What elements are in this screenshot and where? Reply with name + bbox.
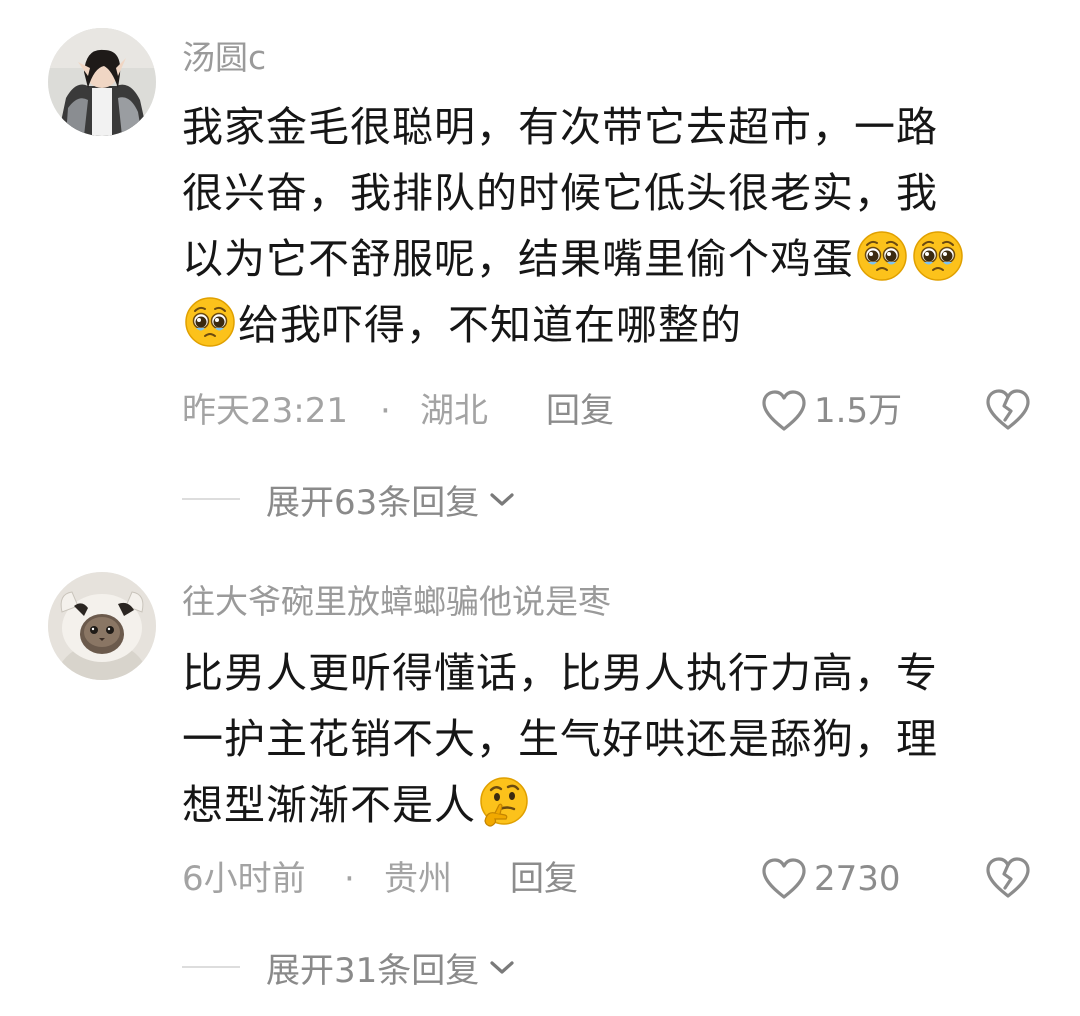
comment-line-text: 给我吓得，不知道在哪整的 [238, 301, 742, 349]
divider-line [182, 498, 240, 500]
expand-replies-button[interactable]: 展开63条回复 [182, 474, 517, 524]
comment-line: 给我吓得，不知道在哪整的 [182, 292, 1012, 358]
comment-meta: 6小时前 · 贵州 回复 2730 [182, 854, 1032, 904]
separator-dot: · [344, 859, 355, 899]
reply-button[interactable]: 回复 [546, 386, 614, 436]
username[interactable]: 汤圆c [182, 38, 266, 78]
pleading-face-icon [855, 229, 909, 283]
comment-line: 比男人更听得懂话，比男人执行力高，专 [182, 649, 938, 697]
like-count: 2730 [814, 859, 901, 899]
separator-dot: · [380, 391, 391, 431]
heart-icon [760, 857, 808, 901]
broken-heart-icon[interactable] [984, 388, 1032, 432]
comment-line: 以为它不舒服呢，结果嘴里偷个鸡蛋 [182, 226, 1012, 292]
like-button[interactable]: 1.5万 [760, 386, 902, 436]
comment-time: 6小时前 [182, 859, 306, 899]
comment-meta: 昨天23:21 · 湖北 回复 1.5万 [182, 386, 1032, 436]
chevron-down-icon [487, 957, 517, 977]
comment-location: 湖北 [420, 391, 488, 431]
avatar[interactable] [48, 572, 156, 680]
reply-button[interactable]: 回复 [510, 854, 578, 904]
expand-replies-label: 展开31条回复 [266, 950, 480, 991]
chevron-down-icon [487, 489, 517, 509]
like-count: 1.5万 [814, 391, 903, 431]
expand-replies-label: 展开63条回复 [266, 482, 480, 523]
comment-line-text: 以为它不舒服呢，结果嘴里偷个鸡蛋 [182, 235, 854, 283]
comment-time: 昨天23:21 [182, 391, 348, 431]
comment-text: 我家金毛很聪明，有次带它去超市，一路 很兴奋，我排队的时候它低头很老实，我 以为… [182, 94, 1012, 358]
comment-line: 一护主花销不大，生气好哄还是舔狗，理 [182, 715, 938, 763]
broken-heart-icon[interactable] [984, 856, 1032, 900]
divider-line [182, 966, 240, 968]
comment-line: 我家金毛很聪明，有次带它去超市，一路 [182, 103, 938, 151]
comment-location: 贵州 [384, 859, 452, 899]
pleading-face-icon [911, 229, 965, 283]
like-button[interactable]: 2730 [760, 854, 901, 904]
expand-replies-button[interactable]: 展开31条回复 [182, 942, 517, 992]
comment-line-text: 想型渐渐不是人 [182, 781, 476, 829]
comment-item: 汤圆c 我家金毛很聪明，有次带它去超市，一路 很兴奋，我排队的时候它低头很老实，… [0, 0, 1080, 540]
avatar[interactable] [48, 28, 156, 136]
username[interactable]: 往大爷碗里放蟑螂骗他说是枣 [182, 582, 611, 622]
comment-item: 往大爷碗里放蟑螂骗他说是枣 比男人更听得懂话，比男人执行力高，专 一护主花销不大… [0, 540, 1080, 1016]
comment-line: 想型渐渐不是人 [182, 772, 1012, 838]
heart-icon [760, 389, 808, 433]
comment-line: 很兴奋，我排队的时候它低头很老实，我 [182, 169, 938, 217]
comment-text: 比男人更听得懂话，比男人执行力高，专 一护主花销不大，生气好哄还是舔狗，理 想型… [182, 640, 1012, 838]
pleading-face-icon [183, 295, 237, 349]
thinking-face-icon [477, 775, 531, 829]
